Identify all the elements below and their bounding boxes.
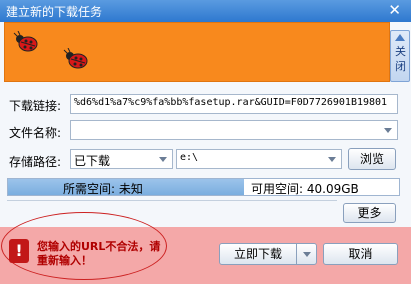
filename-input[interactable] xyxy=(70,120,398,140)
category-value: 已下载 xyxy=(74,154,111,168)
url-input[interactable]: %d6%d1%a7%c9%fa%bb%fasetup.rar&GUID=F0D7… xyxy=(70,94,398,114)
space-bar: 所需空间: 未知 可用空间: 40.09GB xyxy=(7,178,400,196)
collapse-triangle-icon xyxy=(395,34,405,41)
collapse-tab-label: 关闭 xyxy=(395,45,406,73)
error-message: 您输入的URL不合法，请重新输入！ xyxy=(37,240,161,267)
path-select[interactable]: e:\ xyxy=(176,149,342,169)
banner xyxy=(4,22,390,82)
ladybug-icon xyxy=(13,31,38,52)
new-download-dialog: 建立新的下载任务 ✕ 关闭 下载链接: %d6%d1%a7%c9%fa%bb%f… xyxy=(0,0,411,284)
window-title: 建立新的下载任务 xyxy=(6,5,103,19)
chevron-down-icon[interactable] xyxy=(159,157,167,162)
divider xyxy=(7,200,337,201)
url-label: 下载链接: xyxy=(9,99,62,113)
error-icon: ! xyxy=(9,239,29,263)
filename-label: 文件名称: xyxy=(9,126,62,140)
path-label: 存储路径: xyxy=(9,155,62,169)
close-icon[interactable]: ✕ xyxy=(388,2,401,19)
download-now-button[interactable]: 立即下载 xyxy=(220,244,296,264)
url-value: %d6%d1%a7%c9%fa%bb%fasetup.rar&GUID=F0D7… xyxy=(74,97,388,108)
collapse-tab[interactable]: 关闭 xyxy=(390,30,410,82)
available-space: 可用空间: 40.09GB xyxy=(251,182,359,196)
chevron-down-icon[interactable] xyxy=(328,157,336,162)
more-button[interactable]: 更多 xyxy=(343,203,396,223)
chevron-down-icon xyxy=(303,252,311,257)
required-space: 所需空间: 未知 xyxy=(63,182,143,196)
ladybug-icon xyxy=(63,48,88,69)
chevron-down-icon[interactable] xyxy=(384,128,392,133)
title-bar[interactable]: 建立新的下载任务 ✕ xyxy=(0,0,411,22)
download-now-split-button: 立即下载 xyxy=(219,243,317,265)
category-select[interactable]: 已下载 xyxy=(70,149,173,169)
path-value: e:\ xyxy=(180,152,199,163)
browse-button[interactable]: 浏览 xyxy=(348,148,396,170)
download-options-dropdown[interactable] xyxy=(296,244,317,264)
cancel-button[interactable]: 取消 xyxy=(323,243,398,265)
